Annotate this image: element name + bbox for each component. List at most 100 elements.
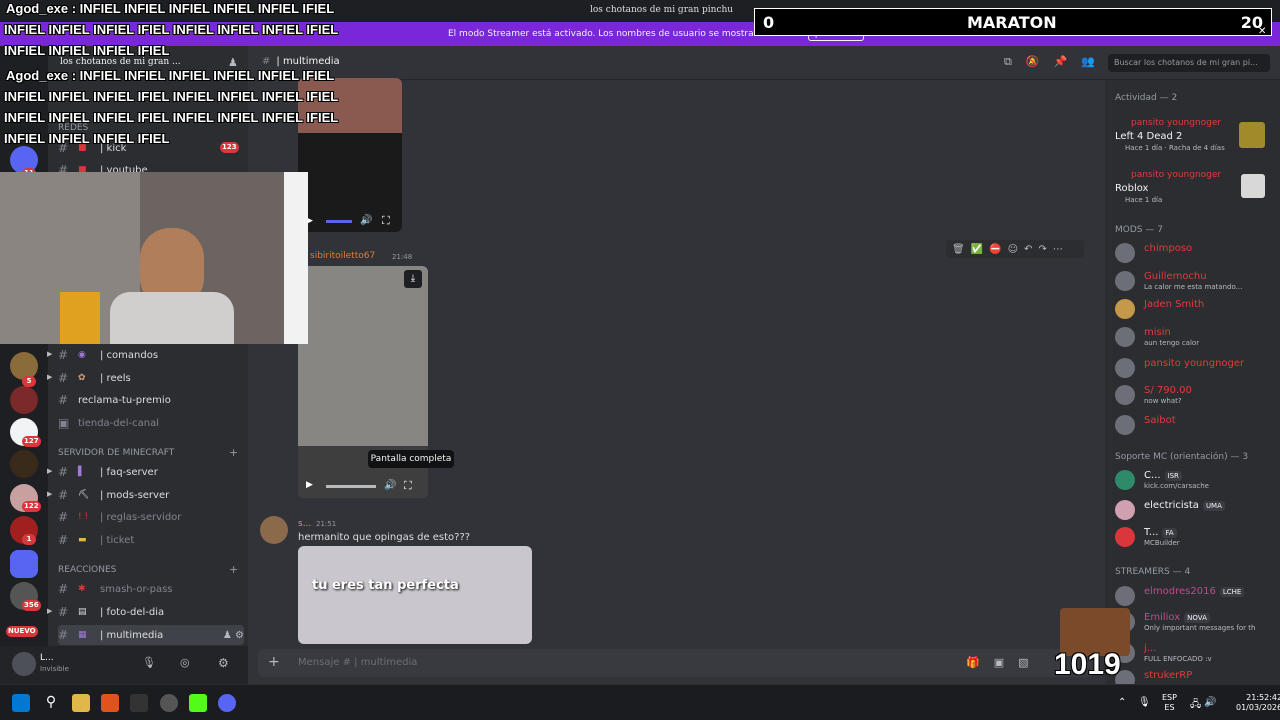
network-icon[interactable]: 🖧 [1190, 697, 1201, 714]
user-settings-icon[interactable]: ⚙ [218, 656, 229, 670]
avatar [1115, 385, 1135, 405]
avatar [1115, 470, 1135, 490]
fullscreen-icon[interactable]: ⛶ [382, 214, 390, 228]
reaction-icon[interactable]: 🗑 [952, 244, 965, 255]
header-toolbar: ⧉ 🔕 📌 👥 [1004, 55, 1095, 69]
search-icon[interactable]: ⚲ [42, 694, 60, 712]
headset-icon[interactable]: ◎ [180, 656, 190, 669]
obs-icon[interactable] [160, 694, 178, 712]
member-row[interactable]: Emiliox NOVA Only important messages for t… [1115, 612, 1275, 634]
message-input[interactable]: Mensaje # | multimedia [298, 657, 417, 668]
channel-mods-server[interactable]: # ⛏ | mods-server [58, 485, 244, 505]
add-attachment-icon[interactable]: + [268, 654, 280, 670]
volume-icon[interactable]: 🔊 [384, 480, 396, 491]
pin-icon[interactable]: 📌 [1054, 55, 1068, 69]
category-reacciones[interactable]: REACCIONES [58, 565, 116, 575]
activity-card[interactable]: pansito youngnoger Left 4 Dead 2 Hace 1 … [1115, 118, 1275, 154]
channel-ticket[interactable]: # ▬ | ticket [58, 530, 244, 550]
members-icon[interactable]: 👥 [1081, 55, 1095, 69]
avatar [1115, 243, 1135, 263]
counter-value: 1019 [1054, 648, 1121, 681]
channel-tienda-del-canal[interactable]: ▣ tienda-del-canal [58, 413, 244, 433]
avatar[interactable] [12, 652, 36, 676]
member-row[interactable]: T... FA MCBuilder [1115, 527, 1275, 549]
no-entry-icon[interactable]: ⛔ [989, 244, 1001, 255]
gift-icon[interactable]: 🎁 [966, 656, 980, 669]
overlay-chat-line: INFIEL INFIEL INFIEL IFIEL [4, 43, 170, 58]
reply-icon[interactable]: ↶ [1024, 244, 1032, 255]
message-actions-toolbar: 🗑 ✅ ⛔ ☺ ↶ ↷ ⋯ [946, 240, 1084, 258]
discord-icon[interactable] [218, 694, 236, 712]
message-author[interactable]: s... [298, 519, 311, 529]
play-icon[interactable]: ▶ [306, 480, 313, 490]
server-icon[interactable] [10, 550, 38, 578]
windows-start-icon[interactable] [12, 694, 30, 712]
avatar[interactable] [260, 516, 288, 544]
mic-tray-icon[interactable]: 🎙 [1138, 697, 1151, 708]
channel-label: smash-or-pass [100, 583, 173, 595]
channel-comandos[interactable]: # ◉ | comandos [58, 345, 244, 365]
channel-multimedia[interactable]: # ▦ | multimedia ♟ ⚙ [58, 625, 244, 645]
close-icon[interactable]: ✕ [1258, 26, 1266, 37]
gif-icon[interactable]: ▣ [994, 656, 1004, 669]
volume-icon[interactable]: 🔊 [360, 215, 372, 226]
channel-label: tienda-del-canal [78, 417, 160, 429]
message-author[interactable]: sibiritoiletto67 [310, 251, 375, 261]
server-icon[interactable] [10, 450, 38, 478]
clock[interactable]: 21:52:42 01/03/2026 [1236, 693, 1280, 713]
server-icon[interactable] [10, 386, 38, 414]
more-icon[interactable]: ⋯ [1053, 244, 1063, 255]
threads-icon[interactable]: ⧉ [1004, 55, 1012, 69]
member-row[interactable]: misin aun tengo calor [1115, 327, 1275, 349]
message-text: hermanito que opingas de esto??? [298, 532, 471, 543]
member-row[interactable]: electricista UMA [1115, 500, 1275, 522]
sticker-icon[interactable]: ▧ [1018, 656, 1028, 669]
add-channel-icon[interactable]: + [229, 563, 238, 576]
settings-icon[interactable]: ♟ ⚙ [223, 630, 244, 641]
member-row[interactable]: chimposo [1115, 243, 1275, 265]
gif-attachment[interactable]: tu eres tan perfecta [298, 546, 532, 644]
category-minecraft[interactable]: SERVIDOR DE MINECRAFT [58, 448, 174, 458]
member-row[interactable]: j... FULL ENFOCADO :v [1115, 643, 1275, 665]
member-row[interactable]: pansito youngnoger [1115, 358, 1275, 380]
download-icon[interactable]: ⤓ [404, 270, 422, 288]
new-badge: NUEVO [6, 626, 38, 637]
composer-tools: 🎁 ▣ ▧ [966, 656, 1029, 669]
server-name[interactable]: los chotanos de mi gran ... [60, 57, 181, 67]
channel-reglas-servidor[interactable]: #! ! | reglas-servidor [58, 507, 244, 527]
window-title: los chotanos de mi gran pinchu [590, 5, 734, 15]
member-row[interactable]: S/ 790.00 now what? [1115, 385, 1275, 407]
channel-faq-server[interactable]: # ▌ | faq-server [58, 462, 244, 482]
volume-icon[interactable]: 🔊 [1204, 697, 1216, 708]
brave-browser-icon[interactable] [101, 694, 119, 712]
add-channel-icon[interactable]: + [229, 446, 238, 459]
avatar [1115, 527, 1135, 547]
channel-reclama-tu-premio[interactable]: # reclama-tu-premio [58, 390, 244, 410]
member-row[interactable]: Guillemochu La calor me esta matando... [1115, 271, 1275, 293]
fullscreen-icon[interactable]: ⛶ [404, 479, 412, 493]
tray-chevron-icon[interactable]: ⌃ [1118, 697, 1126, 708]
mute-icon[interactable]: 🔕 [1026, 55, 1040, 69]
activity-card[interactable]: pansito youngnoger Roblox Hace 1 día [1115, 170, 1275, 206]
search-input[interactable]: Buscar los chotanos de mi gran pi... [1108, 54, 1270, 72]
checkmark-icon[interactable]: ✅ [971, 244, 983, 255]
file-explorer-icon[interactable] [72, 694, 90, 712]
channel-smash-or-pass[interactable]: # ✱ smash-or-pass [58, 579, 244, 599]
game-icon [1241, 174, 1265, 198]
server-badge: 127 [22, 436, 41, 447]
server-badge: 356 [22, 600, 41, 611]
member-row[interactable]: elmodres2016 LCHE [1115, 586, 1275, 608]
member-row[interactable]: Jaden Smith [1115, 299, 1275, 321]
kick-icon[interactable] [189, 694, 207, 712]
member-row[interactable]: Saibot [1115, 415, 1275, 437]
channel-label: | reglas-servidor [100, 511, 182, 523]
language-indicator[interactable]: ESP ES [1162, 693, 1177, 713]
forward-icon[interactable]: ↷ [1038, 244, 1046, 255]
terminal-icon[interactable] [130, 694, 148, 712]
microphone-icon[interactable]: 🎙 [142, 656, 156, 669]
channel-reels[interactable]: # ✿ | reels [58, 368, 244, 388]
emoji-icon[interactable]: ☺ [1008, 244, 1018, 255]
member-row[interactable]: strukerRP [1115, 670, 1275, 684]
channel-foto-del-dia[interactable]: # ▤ | foto-del-dia [58, 602, 244, 622]
member-row[interactable]: C... ISR kick.com/carsache [1115, 470, 1275, 492]
